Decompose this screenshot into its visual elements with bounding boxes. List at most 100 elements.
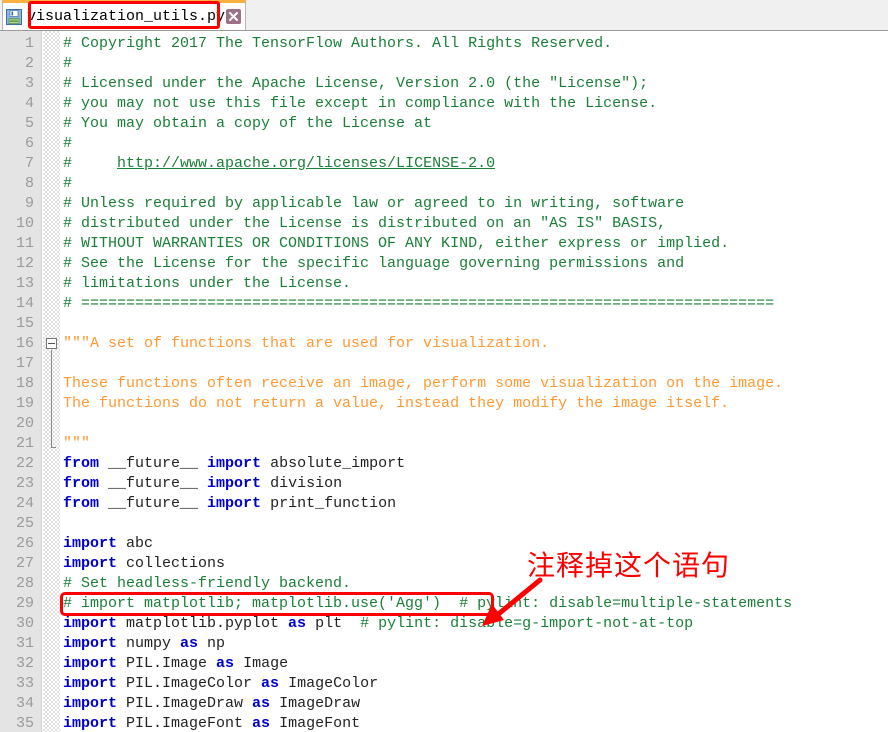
code-token-kw: import [63, 555, 118, 572]
code-line[interactable]: 24 from __future__ import print_function [0, 494, 888, 514]
code-token-kw: as [180, 635, 199, 652]
code-line[interactable]: 23 from __future__ import division [0, 474, 888, 494]
line-number: 26 [15, 535, 34, 552]
line-number: 12 [15, 255, 34, 272]
fold-collapse-icon[interactable] [46, 338, 57, 349]
code-token-id: absolute_import [261, 455, 406, 472]
code-token-kw: import [63, 715, 118, 732]
code-token-id: PIL.ImageDraw [117, 695, 253, 712]
code-line[interactable]: 18 These functions often receive an image… [0, 374, 888, 394]
editor-tab-label: visualization_utils.py [27, 8, 226, 25]
code-token-id: PIL.ImageColor [117, 675, 262, 692]
code-line-text: # ======================================… [63, 294, 774, 314]
line-number: 6 [24, 135, 34, 152]
code-token-kw: import [63, 635, 118, 652]
line-number: 8 [24, 175, 34, 192]
code-line[interactable]: 29 # import matplotlib; matplotlib.use('A… [0, 594, 888, 614]
code-line[interactable]: 15 [0, 314, 888, 334]
code-token-cm: # import matplotlib; matplotlib.use('Agg… [63, 595, 793, 612]
code-token-id: __future__ [99, 475, 208, 492]
line-number: 20 [15, 415, 34, 432]
line-number: 10 [15, 215, 34, 232]
line-number: 33 [15, 675, 34, 692]
code-token-cm: # You may obtain a copy of the License a… [63, 115, 433, 132]
code-token-cm: # WITHOUT WARRANTIES OR CONDITIONS OF AN… [63, 235, 730, 252]
code-line[interactable]: 26 import abc [0, 534, 888, 554]
line-number: 23 [15, 475, 34, 492]
code-token-url: http://www.apache.org/licenses/LICENSE-2… [117, 155, 496, 172]
code-line-text: import PIL.ImageDraw as ImageDraw [63, 694, 360, 714]
code-token-id: print_function [261, 495, 397, 512]
code-line-text: # Unless required by applicable law or a… [63, 194, 684, 214]
code-token-str: The functions do not return a value, ins… [63, 395, 730, 412]
code-token-id: plt [306, 615, 361, 632]
code-token-kw: import [63, 675, 118, 692]
code-line[interactable]: 34 import PIL.ImageDraw as ImageDraw [0, 694, 888, 714]
code-line[interactable]: 35 import PIL.ImageFont as ImageFont [0, 714, 888, 732]
code-line[interactable]: 32 import PIL.Image as Image [0, 654, 888, 674]
code-token-id: collections [117, 555, 226, 572]
code-line[interactable]: 8 # [0, 174, 888, 194]
line-number: 5 [24, 115, 34, 132]
code-token-kw: import [63, 655, 118, 672]
code-line[interactable]: 33 import PIL.ImageColor as ImageColor [0, 674, 888, 694]
code-line-text: The functions do not return a value, ins… [63, 394, 729, 414]
code-line-text: # You may obtain a copy of the License a… [63, 114, 432, 134]
code-line[interactable]: 28 # Set headless-friendly backend. [0, 574, 888, 594]
code-line[interactable]: 12 # See the License for the specific lan… [0, 254, 888, 274]
code-line-text: # http://www.apache.org/licenses/LICENSE… [63, 154, 495, 174]
code-line-text: import collections [63, 554, 225, 574]
line-number: 1 [24, 35, 34, 52]
code-line[interactable]: 22 from __future__ import absolute_import [0, 454, 888, 474]
code-line[interactable]: 16 """A set of functions that are used fo… [0, 334, 888, 354]
code-line[interactable]: 14 # ====================================… [0, 294, 888, 314]
code-token-id: __future__ [99, 455, 208, 472]
code-line-text: # distributed under the License is distr… [63, 214, 666, 234]
code-line[interactable]: 21 """ [0, 434, 888, 454]
code-line[interactable]: 11 # WITHOUT WARRANTIES OR CONDITIONS OF … [0, 234, 888, 254]
line-number: 15 [15, 315, 34, 332]
code-token-id: np [198, 635, 226, 652]
code-token-cm: # Licensed under the Apache License, Ver… [63, 75, 649, 92]
code-token-id: division [261, 475, 343, 492]
code-token-kw: from [63, 455, 100, 472]
code-line[interactable]: 27 import collections [0, 554, 888, 574]
code-line[interactable]: 2 # [0, 54, 888, 74]
code-token-id: abc [117, 535, 154, 552]
code-token-kw: import [207, 495, 262, 512]
fold-range-line [51, 350, 52, 447]
code-token-kw: as [252, 715, 271, 732]
code-line-text: These functions often receive an image, … [63, 374, 783, 394]
code-line[interactable]: 30 import matplotlib.pyplot as plt # pyli… [0, 614, 888, 634]
code-line[interactable]: 31 import numpy as np [0, 634, 888, 654]
code-line[interactable]: 9 # Unless required by applicable law or … [0, 194, 888, 214]
code-line[interactable]: 5 # You may obtain a copy of the License … [0, 114, 888, 134]
code-editor-area[interactable]: 1 # Copyright 2017 The TensorFlow Authors… [0, 31, 888, 732]
line-number: 34 [15, 695, 34, 712]
code-line-text: import PIL.Image as Image [63, 654, 288, 674]
line-number: 29 [15, 595, 34, 612]
code-line-text: import abc [63, 534, 153, 554]
code-line[interactable]: 13 # limitations under the License. [0, 274, 888, 294]
code-line[interactable]: 25 [0, 514, 888, 534]
code-line[interactable]: 10 # distributed under the License is dis… [0, 214, 888, 234]
line-number: 17 [15, 355, 34, 372]
code-line[interactable]: 19 The functions do not return a value, i… [0, 394, 888, 414]
code-token-id: ImageFont [270, 715, 361, 732]
code-token-cm: # See the License for the specific langu… [63, 255, 685, 272]
close-x-icon[interactable] [226, 9, 242, 24]
annotation-arrow-icon [482, 577, 543, 626]
line-number: 16 [15, 335, 34, 352]
code-line[interactable]: 6 # [0, 134, 888, 154]
code-line[interactable]: 7 # http://www.apache.org/licenses/LICENS… [0, 154, 888, 174]
code-line[interactable]: 1 # Copyright 2017 The TensorFlow Authors… [0, 34, 888, 54]
code-line[interactable]: 17 [0, 354, 888, 374]
code-line[interactable]: 4 # you may not use this file except in c… [0, 94, 888, 114]
code-line[interactable]: 3 # Licensed under the Apache License, Ve… [0, 74, 888, 94]
code-token-cm: # [63, 135, 73, 152]
editor-tab-visualization-utils[interactable]: visualization_utils.py [2, 0, 247, 30]
code-line-text: import numpy as np [63, 634, 225, 654]
code-line[interactable]: 20 [0, 414, 888, 434]
line-number: 30 [15, 615, 34, 632]
code-token-kw: import [63, 695, 118, 712]
